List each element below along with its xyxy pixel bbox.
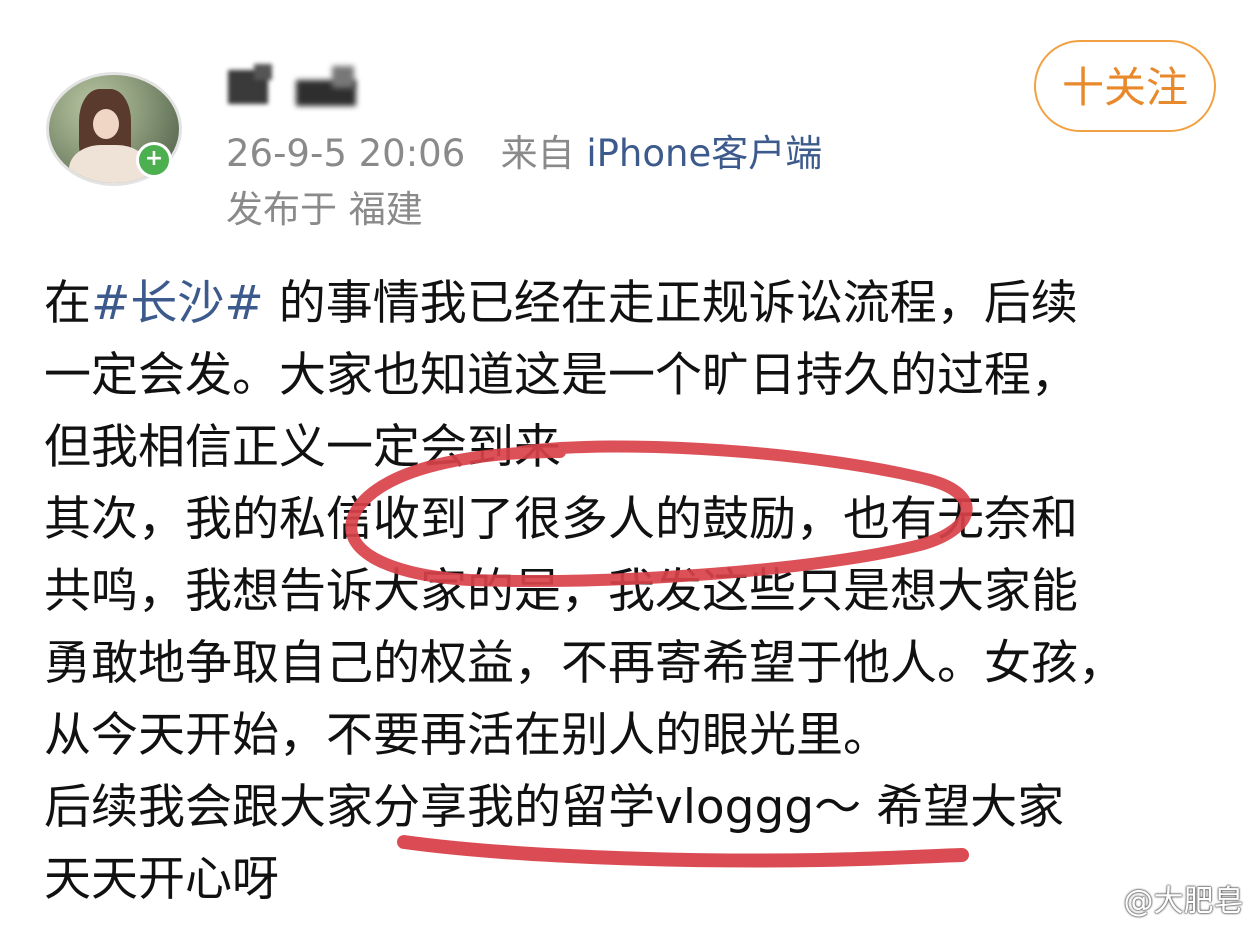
post-line: 天天开心呀: [44, 852, 279, 907]
avatar-face: [93, 109, 119, 139]
plus-icon: +: [136, 142, 172, 178]
watermark-text: @大肥皂: [1123, 884, 1244, 919]
post-line: 后续我会跟大家分享我的留学vloggg～ 希望大家: [44, 780, 1065, 835]
weibo-post-screenshot: + 十关注 26-9-5 20:06 来自 iPhone客户端 发布于 福建 在…: [0, 0, 1260, 935]
post-line: 共鸣，我想告诉大家的是，我发这些只是想大家能: [44, 564, 1078, 619]
source-app-link[interactable]: iPhone客户端: [586, 132, 822, 175]
post-meta: 26-9-5 20:06 来自 iPhone客户端: [226, 130, 822, 178]
weibo-logo-icon: [1071, 890, 1112, 918]
post-line: 在#长沙# 的事情我已经在走正规诉讼流程，后续: [44, 276, 1078, 331]
post-line: 但我相信正义一定会到来: [44, 420, 561, 475]
watermark: @大肥皂: [1070, 880, 1244, 924]
post-body: 在#长沙# 的事情我已经在走正规诉讼流程，后续 一定会发。大家也知道这是一个旷日…: [44, 268, 1234, 916]
source-prefix: 来自: [500, 132, 575, 175]
hashtag-link[interactable]: #长沙#: [91, 276, 264, 331]
username-blurred[interactable]: [228, 60, 368, 110]
post-line: 勇敢地争取自己的权益，不再寄希望于他人。女孩，: [44, 636, 1125, 691]
timestamp: 26-9-5 20:06: [226, 132, 466, 175]
post-line: 其次，我的私信收到了很多人的鼓励，也有无奈和: [44, 492, 1078, 547]
post-line: 从今天开始，不要再活在别人的眼光里。: [44, 708, 890, 763]
post-line: 一定会发。大家也知道这是一个旷日持久的过程，: [44, 348, 1078, 403]
location: 发布于 福建: [226, 188, 423, 231]
follow-button[interactable]: 十关注: [1034, 40, 1216, 132]
